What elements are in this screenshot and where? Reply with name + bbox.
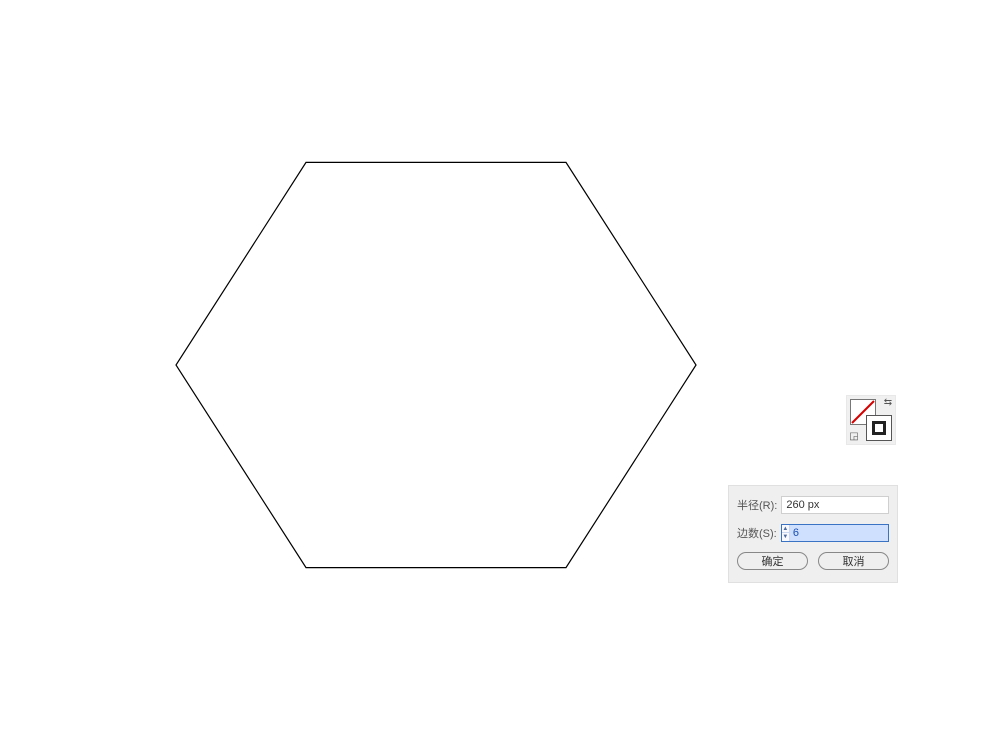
sides-label: 边数(S): [737, 525, 777, 541]
sides-increment-button[interactable]: ▲ [782, 525, 789, 533]
sides-decrement-button[interactable]: ▼ [782, 533, 789, 541]
fill-stroke-widget: ⇆ ◲ [846, 395, 896, 445]
ok-button-label: 确定 [762, 553, 784, 569]
cancel-button[interactable]: 取消 [818, 552, 889, 570]
default-fill-stroke-icon[interactable]: ◲ [848, 431, 860, 443]
radius-input[interactable] [781, 496, 889, 514]
canvas-area[interactable] [0, 0, 1000, 731]
polygon-options-dialog: 半径(R): 边数(S): ▲ ▼ 确定 取消 [728, 485, 898, 583]
sides-input[interactable] [790, 525, 888, 541]
hexagon-shape[interactable] [0, 0, 1000, 731]
sides-stepper[interactable]: ▲ ▼ [781, 524, 889, 542]
stroke-swatch[interactable] [866, 415, 892, 441]
radius-label: 半径(R): [737, 497, 777, 513]
cancel-button-label: 取消 [843, 553, 865, 569]
swap-fill-stroke-icon[interactable]: ⇆ [882, 397, 894, 409]
ok-button[interactable]: 确定 [737, 552, 808, 570]
